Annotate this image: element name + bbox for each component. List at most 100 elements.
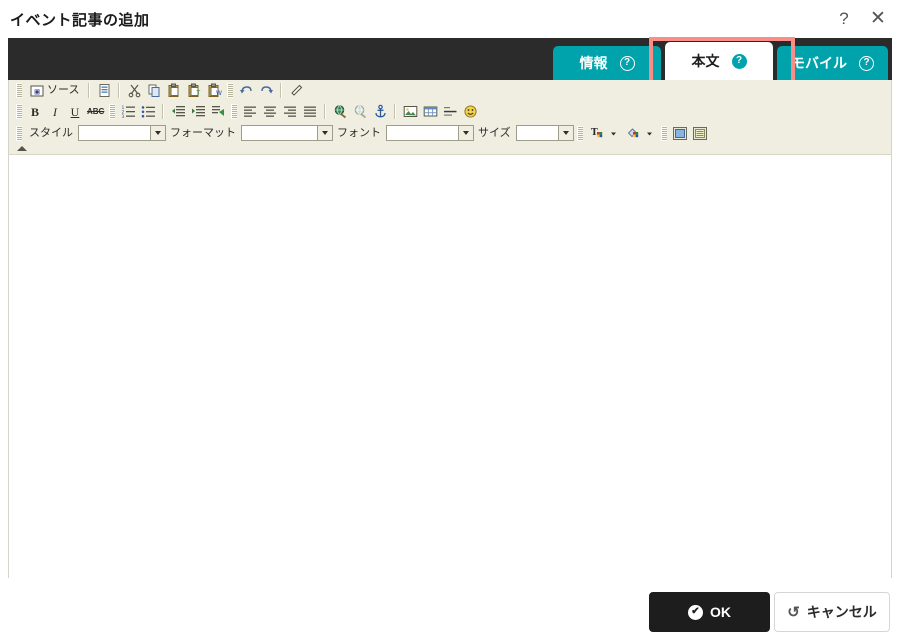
check-circle-icon: ✔ (688, 604, 703, 620)
align-justify-button[interactable] (300, 103, 320, 121)
chevron-down-icon[interactable] (317, 126, 332, 140)
underline-button[interactable]: U (65, 103, 85, 121)
indent-button[interactable] (188, 103, 208, 121)
cancel-button[interactable]: ↺ キャンセル (774, 592, 890, 632)
format-select[interactable] (241, 125, 333, 141)
align-left-button[interactable] (240, 103, 260, 121)
show-blocks-button[interactable] (670, 124, 690, 142)
image-button[interactable] (400, 103, 420, 121)
italic-button[interactable]: I (45, 103, 65, 121)
numbered-list-button[interactable]: 123 (118, 103, 138, 121)
chevron-down-icon[interactable] (557, 126, 573, 140)
help-icon[interactable]: ? (619, 55, 635, 71)
style-value (79, 126, 150, 140)
chevron-down-icon[interactable] (610, 130, 617, 137)
tab-list: 情報 ? 本文 ? モバイル ? (553, 42, 888, 80)
svg-text:W: W (216, 90, 222, 97)
link-globe-icon (333, 104, 348, 119)
strikethrough-button[interactable]: ABC (85, 103, 106, 121)
bulleted-list-button[interactable] (138, 103, 158, 121)
toolbar-grip[interactable] (227, 83, 234, 98)
bold-button[interactable]: B (25, 103, 45, 121)
outdent-button[interactable] (168, 103, 188, 121)
new-page-button[interactable] (94, 82, 114, 100)
text-color-icon: T (591, 126, 607, 141)
blockquote-icon (211, 104, 226, 119)
undo-button[interactable] (236, 82, 256, 100)
link-button[interactable] (330, 103, 350, 121)
toolbar-grip[interactable] (16, 104, 22, 119)
ok-button[interactable]: ✔ OK (649, 592, 770, 632)
source-button[interactable]: ▣ ソース (25, 82, 84, 100)
tab-honbun[interactable]: 本文 ? (665, 42, 773, 80)
indent-icon (191, 104, 206, 119)
clipboard-word-icon: W (207, 83, 222, 98)
bold-icon: B (30, 104, 39, 119)
align-right-button[interactable] (280, 103, 300, 121)
copy-icon (147, 83, 162, 98)
table-button[interactable] (420, 103, 440, 121)
toolbar-row-1: ▣ ソース T W (9, 80, 891, 101)
help-icon[interactable]: ? (731, 53, 747, 69)
ok-label: OK (710, 604, 731, 620)
tab-joho[interactable]: 情報 ? (553, 46, 661, 80)
clipboard-icon (167, 83, 182, 98)
chevron-down-icon[interactable] (150, 126, 165, 140)
undo-icon (239, 83, 254, 98)
help-icon[interactable]: ? (834, 8, 854, 28)
paste-word-button[interactable]: W (204, 82, 224, 100)
toolbar-collapse-row (9, 144, 891, 153)
close-icon[interactable]: ✕ (868, 8, 888, 28)
image-icon (403, 104, 418, 119)
paste-text-button[interactable]: T (184, 82, 204, 100)
font-select[interactable] (386, 125, 474, 141)
strikethrough-icon: ABC (87, 106, 105, 116)
copy-button[interactable] (144, 82, 164, 100)
smiley-button[interactable] (460, 103, 480, 121)
blockquote-button[interactable] (208, 103, 228, 121)
background-color-button[interactable] (622, 124, 658, 142)
unlink-button[interactable] (350, 103, 370, 121)
toolbar-grip[interactable] (231, 104, 238, 119)
size-label: サイズ (478, 126, 511, 139)
cut-button[interactable] (124, 82, 144, 100)
editor-content-area[interactable] (9, 155, 891, 580)
background-color-icon (627, 126, 643, 141)
numbered-list-icon: 123 (121, 104, 136, 119)
align-center-icon (263, 104, 278, 119)
size-value (517, 126, 558, 140)
redo-button[interactable] (256, 82, 276, 100)
format-value (242, 126, 317, 140)
size-select[interactable] (515, 125, 574, 141)
anchor-icon (373, 104, 388, 119)
toolbar-grip[interactable] (16, 125, 22, 141)
align-right-icon (283, 104, 298, 119)
text-color-button[interactable]: T (586, 124, 622, 142)
collapse-toolbar-icon[interactable] (17, 146, 27, 151)
toolbar-grip[interactable] (109, 104, 116, 119)
toolbar-grip[interactable] (16, 83, 22, 98)
horizontal-rule-button[interactable] (440, 103, 460, 121)
style-select[interactable] (78, 125, 166, 141)
help-icon[interactable]: ? (859, 55, 874, 71)
new-page-icon (97, 83, 112, 98)
toolbar-grip[interactable] (660, 125, 667, 141)
page-title: イベント記事の追加 (10, 12, 150, 29)
italic-icon: I (53, 104, 57, 119)
toolbar-separator (324, 104, 327, 119)
templates-button[interactable] (690, 124, 710, 142)
align-justify-icon (303, 104, 318, 119)
toolbar-row-3: スタイル フォーマット フォント サイズ T (9, 122, 891, 144)
toolbar-grip[interactable] (576, 125, 583, 141)
chevron-down-icon[interactable] (458, 126, 473, 140)
remove-format-button[interactable] (286, 82, 306, 100)
font-value (387, 126, 458, 140)
chevron-down-icon[interactable] (646, 130, 653, 137)
align-center-button[interactable] (260, 103, 280, 121)
toolbar-row-2: B I U ABC 123 (9, 101, 891, 122)
tab-mobile[interactable]: モバイル ? (777, 46, 888, 80)
cancel-label: キャンセル (806, 604, 877, 620)
paste-button[interactable] (164, 82, 184, 100)
anchor-button[interactable] (370, 103, 390, 121)
smiley-icon (463, 104, 478, 119)
